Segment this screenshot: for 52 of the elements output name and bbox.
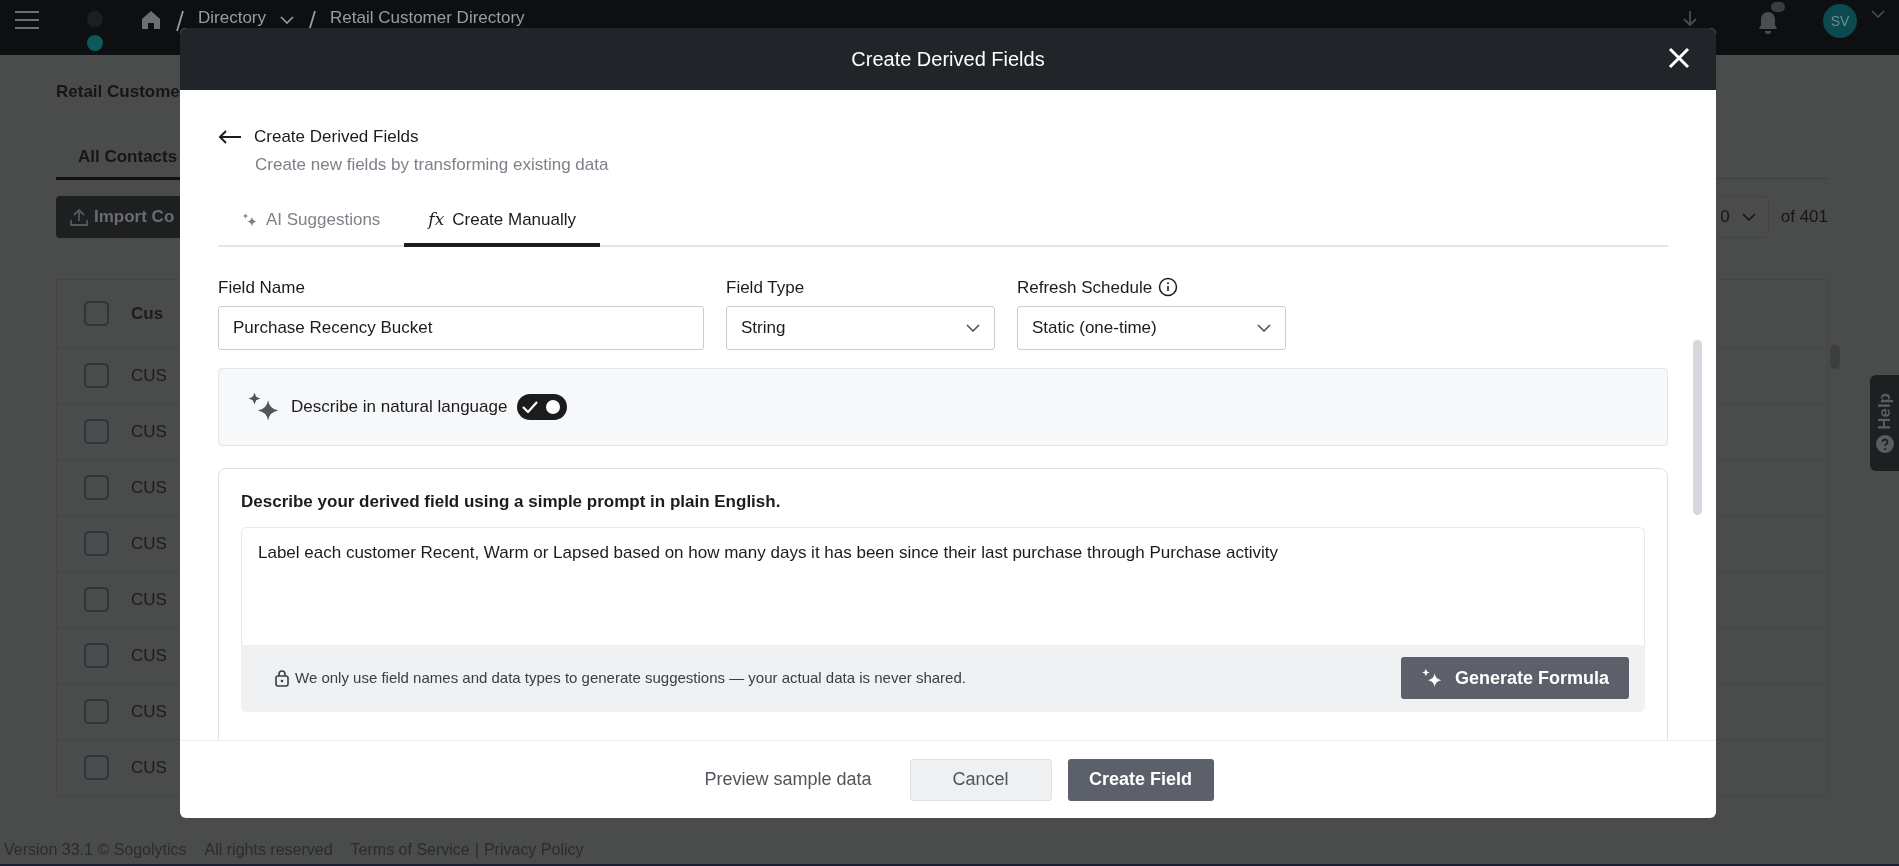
row-checkbox[interactable] xyxy=(84,363,109,388)
breadcrumb-link[interactable]: Directory xyxy=(198,8,266,28)
chevron-down-icon xyxy=(1257,324,1271,332)
field-label: Field Name xyxy=(218,276,305,299)
prompt-title: Describe your derived field using a simple prompt in plain English. xyxy=(241,491,782,513)
modal-title: Create Derived Fields xyxy=(851,47,1045,72)
field-label: Field Type xyxy=(726,276,805,299)
chevron-down-icon xyxy=(1871,10,1885,18)
toggle-label: Describe in natural language xyxy=(291,396,508,419)
close-icon xyxy=(1668,47,1690,69)
privacy-note: We only use field names and data types to generate suggestions — your actual data is never shared. xyxy=(295,667,966,688)
link-separator: | xyxy=(474,840,479,860)
bell-icon[interactable] xyxy=(1757,10,1779,34)
lock-icon xyxy=(275,669,289,687)
tab[interactable]: fx Create Manually xyxy=(404,199,601,247)
help-icon xyxy=(1875,435,1894,454)
logo-icon xyxy=(84,10,106,54)
chevron-down-icon xyxy=(966,324,980,332)
info-icon[interactable] xyxy=(1158,277,1179,298)
breadcrumb-link[interactable]: Retail Customer Directory xyxy=(330,8,525,28)
text-field[interactable]: Purchase Recency Bucket xyxy=(218,306,704,350)
row-checkbox[interactable] xyxy=(84,587,109,612)
home-icon[interactable] xyxy=(140,10,162,30)
upload-icon xyxy=(70,208,88,226)
row-checkbox[interactable] xyxy=(84,475,109,500)
function-icon: fx xyxy=(428,207,445,233)
prompt-field[interactable]: Label each customer Recent, Warm or Lapsed based on how many days it has been since their last purchase through Purchase activity xyxy=(241,526,1645,645)
close-button[interactable] xyxy=(1666,45,1692,71)
sparkle-icon xyxy=(242,211,258,228)
menu-icon[interactable] xyxy=(14,10,40,30)
dialog-subtitle: Create new fields by transforming existing data xyxy=(255,153,610,176)
row-checkbox[interactable] xyxy=(84,755,109,780)
notification-badge xyxy=(1771,2,1785,12)
slash-icon xyxy=(176,10,184,32)
field-label: Refresh Schedule xyxy=(1017,276,1153,299)
generate-button[interactable]: Generate Formula xyxy=(1400,657,1629,699)
toggle-switch[interactable] xyxy=(517,394,568,420)
chevron-down-icon xyxy=(1741,213,1756,221)
back-arrow-icon[interactable] xyxy=(218,128,242,145)
cancel-button[interactable]: Cancel xyxy=(909,758,1052,801)
sparkle-icon xyxy=(1420,667,1443,689)
select-all-checkbox[interactable] xyxy=(84,301,109,326)
preview-link[interactable]: Preview sample data xyxy=(682,766,894,793)
check-icon xyxy=(522,401,539,413)
select-field[interactable]: Static (one-time) xyxy=(1017,306,1286,350)
select-field[interactable]: String xyxy=(726,306,995,350)
row-checkbox[interactable] xyxy=(84,643,109,668)
row-checkbox[interactable] xyxy=(84,699,109,724)
row-checkbox[interactable] xyxy=(84,531,109,556)
row-checkbox[interactable] xyxy=(84,419,109,444)
create-button[interactable]: Create Field xyxy=(1067,758,1214,801)
dialog-heading: Create Derived Fields xyxy=(254,126,419,148)
